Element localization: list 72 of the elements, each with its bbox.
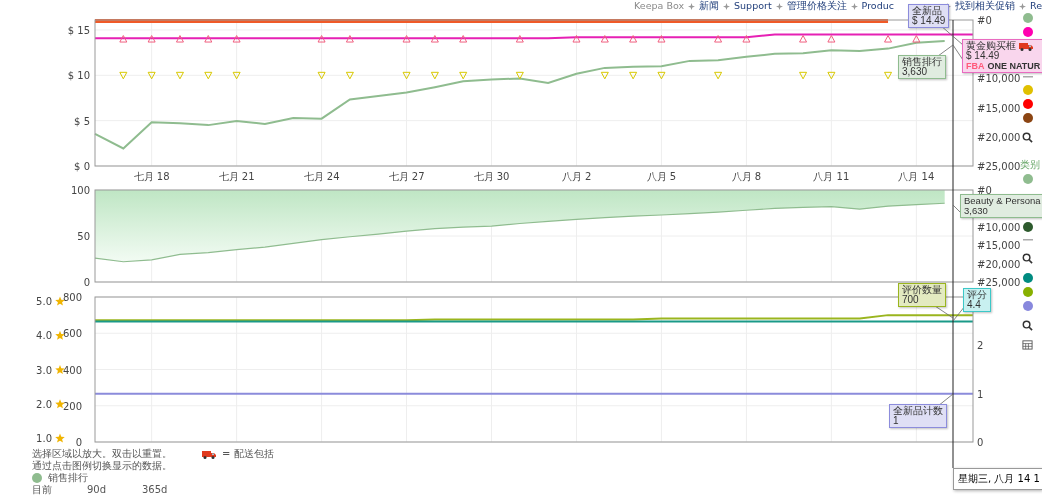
axis-label: 1 <box>977 388 984 400</box>
axis-label: 800 <box>62 292 82 303</box>
axis-label: #20,000 <box>977 258 1020 270</box>
seller-name: ONE NATUR <box>987 61 1041 71</box>
nav-link[interactable]: 管理价格关注 <box>786 0 847 12</box>
axis-label: $ 0 <box>74 161 90 172</box>
tooltip-title: 全新品计数 <box>893 406 943 416</box>
tooltip-value: $ 14.49 <box>912 16 946 26</box>
tooltip-value: 4.4 <box>967 300 981 310</box>
axis-label: 5.0 <box>36 296 52 307</box>
axis-label: 600 <box>62 328 82 340</box>
axis-label: 八月 2 <box>561 171 592 182</box>
tooltip-title: 评价数量 <box>902 285 942 295</box>
tooltip-title: 销售排行 <box>902 57 942 67</box>
axis-label: 八月 5 <box>646 171 677 182</box>
axis-label: 200 <box>62 400 82 412</box>
tooltip-value: 3,630 <box>902 67 928 77</box>
tooltip-title: 全新品 <box>912 6 942 16</box>
axis-label: 400 <box>62 364 82 376</box>
axis-label: 0 <box>977 437 984 448</box>
legend-note: = 配送包括 <box>222 448 274 460</box>
axis-label: 七月 30 <box>473 171 510 182</box>
tooltip-value: 700 <box>902 295 919 305</box>
legend-label[interactable]: 销售排行 <box>48 472 88 484</box>
axis-label: 2.0 <box>36 398 52 410</box>
column-header: 365d <box>142 484 169 496</box>
axis-label: #10,000 <box>977 73 1020 85</box>
axis-label: 七月 21 <box>218 171 255 182</box>
tooltip-value: 1 <box>893 416 899 426</box>
axis-label: #20,000 <box>977 131 1020 143</box>
legend-header: 类别 <box>1020 159 1040 170</box>
axis-label: $ 10 <box>67 70 90 82</box>
axis-label: 3.0 <box>36 364 52 376</box>
axis-label: #25,000 <box>977 277 1020 288</box>
nav-link[interactable]: Re <box>1029 0 1042 12</box>
tooltip-title: 评分 <box>967 290 987 300</box>
axis-label: 八月 8 <box>731 171 762 182</box>
nav-link[interactable]: 找到相关促销 <box>954 0 1015 12</box>
tooltip-value: 3,630 <box>964 206 988 216</box>
nav-link[interactable]: Keepa Box <box>634 0 685 12</box>
axis-label: 七月 18 <box>133 171 170 182</box>
axis-label: #15,000 <box>977 240 1020 252</box>
axis-label: 七月 27 <box>388 171 425 182</box>
tooltip-title: Beauty & Persona <box>964 196 1041 206</box>
axis-label: 七月 24 <box>303 171 340 182</box>
axis-label: #0 <box>977 185 992 196</box>
axis-label: #15,000 <box>977 102 1020 114</box>
column-header: 90d <box>87 484 108 496</box>
axis-label: 八月 11 <box>813 171 850 182</box>
nav-link[interactable]: 新闻 <box>699 0 720 12</box>
hint-text: 选择区域以放大。双击以重置。 <box>32 448 172 460</box>
tooltip-title: 黄金购买框 <box>966 41 1016 51</box>
column-header: 目前 <box>32 484 53 496</box>
tooltip-value: $ 14.49 <box>966 51 1000 61</box>
axis-label: 0 <box>83 277 90 288</box>
axis-label: 0 <box>75 437 82 448</box>
axis-label: 100 <box>70 185 90 196</box>
fba-label: FBA <box>966 61 985 71</box>
hint-text: 通过点击图例切换显示的数据。 <box>32 460 172 472</box>
axis-label: 2 <box>977 340 984 352</box>
axis-label: #10,000 <box>977 221 1020 233</box>
date-tooltip: 星期三, 八月 14 1 <box>953 468 1042 490</box>
axis-label: 4.0 <box>36 330 52 342</box>
axis-label: $ 5 <box>74 115 90 127</box>
axis-label: $ 15 <box>67 25 90 36</box>
nav-link[interactable]: Produc <box>861 0 894 12</box>
nav-link[interactable]: Support <box>734 0 772 12</box>
axis-label: 1.0 <box>36 433 52 444</box>
axis-label: #25,000 <box>977 161 1020 172</box>
axis-label: #0 <box>977 15 992 26</box>
axis-label: 50 <box>77 231 90 242</box>
axis-label: 八月 14 <box>898 171 935 182</box>
